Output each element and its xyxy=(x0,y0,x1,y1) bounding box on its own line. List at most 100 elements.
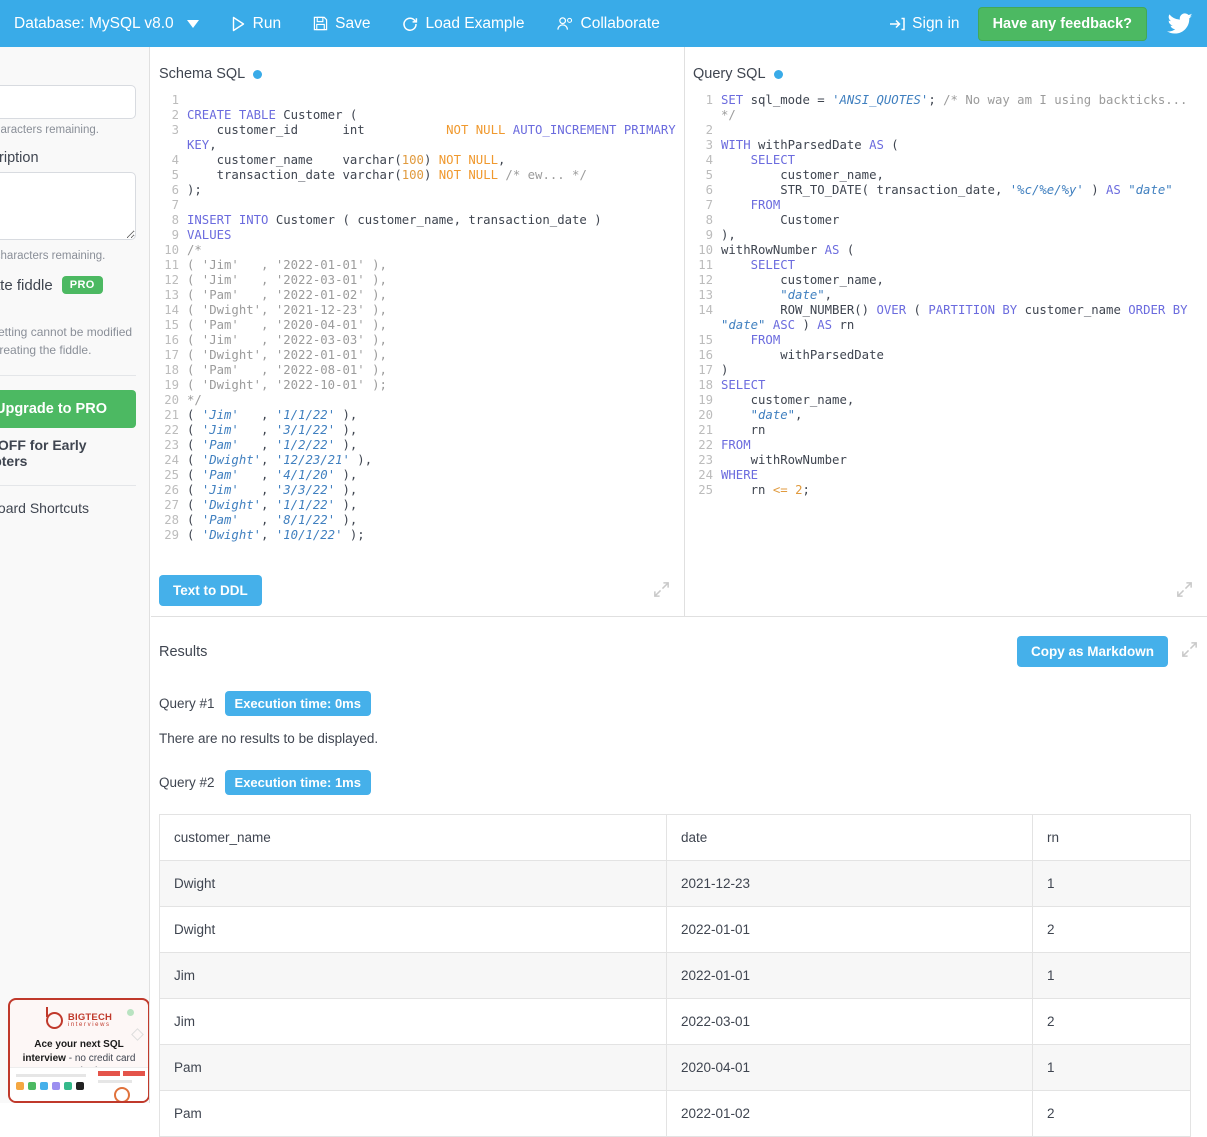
line-number: 10 xyxy=(687,243,713,258)
ad-shot-bar-2 xyxy=(98,1080,132,1083)
load-example-button[interactable]: Load Example xyxy=(402,11,524,37)
line-number: 13 xyxy=(153,288,179,303)
line-number: 4 xyxy=(153,153,179,168)
line-number: 6 xyxy=(153,183,179,198)
table-cell: 1 xyxy=(1033,861,1191,907)
code-line: 28( 'Pam' , '8/1/22' ), xyxy=(153,513,684,528)
schema-sql-editor[interactable]: 12CREATE TABLE Customer (3 customer_id i… xyxy=(151,93,684,543)
code-line: 18SELECT xyxy=(687,378,1207,393)
line-number: 20 xyxy=(153,393,179,408)
people-icon xyxy=(557,16,574,31)
title-input[interactable] xyxy=(0,85,136,119)
line-number: 2 xyxy=(687,123,713,138)
copy-as-markdown-button[interactable]: Copy as Markdown xyxy=(1017,636,1168,667)
line-number: 13 xyxy=(687,288,713,303)
line-number: 3 xyxy=(153,123,179,138)
code-line: 3WITH withParsedDate AS ( xyxy=(687,138,1207,153)
description-input[interactable] xyxy=(0,172,136,240)
save-button[interactable]: Save xyxy=(313,11,370,37)
save-label: Save xyxy=(335,15,370,33)
sidebar-content: Title 100 characters remaining. Descript… xyxy=(0,47,150,528)
code-line: 4 customer_name varchar(100) NOT NULL, xyxy=(153,153,684,168)
code-line: 24WHERE xyxy=(687,468,1207,483)
table-cell: 2 xyxy=(1033,907,1191,953)
table-cell: Dwight xyxy=(160,861,667,907)
ad-shot-chip-2 xyxy=(28,1082,36,1090)
expand-results-icon[interactable] xyxy=(1180,640,1199,664)
advertisement-card[interactable]: BIGTECH interviews Ace your next SQL int… xyxy=(8,998,150,1103)
sign-in-button[interactable]: Sign in xyxy=(889,11,959,37)
query-2-execution-time: Execution time: 1ms xyxy=(225,770,371,795)
ad-shot-gauge xyxy=(114,1087,130,1103)
code-line: 23 withRowNumber xyxy=(687,453,1207,468)
query-sql-editor[interactable]: 1SET sql_mode = 'ANSI_QUOTES'; /* No way… xyxy=(685,93,1207,498)
line-number: 11 xyxy=(153,258,179,273)
table-row: Pam2022-01-022 xyxy=(160,1091,1191,1137)
code-line: 2 xyxy=(687,123,1207,138)
query-1-execution-time: Execution time: 0ms xyxy=(225,691,371,716)
line-number: 6 xyxy=(687,183,713,198)
upgrade-to-pro-button[interactable]: Upgrade to PRO xyxy=(0,390,136,428)
top-toolbar: Database: MySQL v8.0 Run Save Load Examp… xyxy=(0,0,1207,47)
table-cell: 2 xyxy=(1033,1091,1191,1137)
line-number: 16 xyxy=(687,348,713,363)
table-row: Dwight2022-01-012 xyxy=(160,907,1191,953)
line-number: 20 xyxy=(687,408,713,423)
toolbar-left-group: Database: MySQL v8.0 Run Save Load Examp… xyxy=(0,11,660,37)
query-status-dot-icon xyxy=(774,70,783,79)
code-line: 1 xyxy=(153,93,684,108)
database-selector[interactable]: Database: MySQL v8.0 xyxy=(14,11,199,37)
line-number: 8 xyxy=(153,213,179,228)
line-number: 3 xyxy=(687,138,713,153)
code-line: 19( 'Dwight', '2022-10-01' ); xyxy=(153,378,684,393)
table-cell: 2021-12-23 xyxy=(667,861,1033,907)
ad-logo-line1: BIGTECH xyxy=(68,1013,112,1023)
query-sql-title: Query SQL xyxy=(693,66,766,82)
code-line: 6); xyxy=(153,183,684,198)
ad-logo-text: BIGTECH interviews xyxy=(68,1013,112,1029)
feedback-button[interactable]: Have any feedback? xyxy=(978,7,1147,41)
results-panel: Results Copy as Markdown Query #1 Execut… xyxy=(151,618,1207,1103)
line-number: 27 xyxy=(153,498,179,513)
code-line: 11( 'Jim' , '2022-01-01' ), xyxy=(153,258,684,273)
run-button[interactable]: Run xyxy=(231,11,281,37)
code-line: 20 "date", xyxy=(687,408,1207,423)
line-number: 8 xyxy=(687,213,713,228)
line-number: 4 xyxy=(687,153,713,168)
collaborate-button[interactable]: Collaborate xyxy=(557,11,660,37)
line-number: 1 xyxy=(153,93,179,108)
play-icon xyxy=(231,16,246,32)
column-header-customer_name: customer_name xyxy=(160,815,667,861)
text-to-ddl-button[interactable]: Text to DDL xyxy=(159,575,262,606)
code-line: 10/* xyxy=(153,243,684,258)
sign-in-label: Sign in xyxy=(912,15,959,33)
keyboard-shortcuts-link[interactable]: Keyboard Shortcuts xyxy=(0,500,136,516)
code-line: 7 xyxy=(153,198,684,213)
table-cell: 2020-04-01 xyxy=(667,1045,1033,1091)
sidebar-divider-2 xyxy=(0,485,136,486)
expand-query-icon[interactable] xyxy=(1175,580,1194,604)
code-line: 4 SELECT xyxy=(687,153,1207,168)
sidebar-divider-1 xyxy=(0,375,136,376)
code-line: 25( 'Pam' , '4/1/20' ), xyxy=(153,468,684,483)
line-number: 23 xyxy=(153,438,179,453)
code-line: 10withRowNumber AS ( xyxy=(687,243,1207,258)
results-table-head: customer_namedatern xyxy=(160,815,1191,861)
table-cell: 2022-01-01 xyxy=(667,907,1033,953)
twitter-icon[interactable] xyxy=(1167,13,1193,35)
ad-screenshot xyxy=(10,1067,148,1101)
table-cell: Dwight xyxy=(160,907,667,953)
table-cell: Jim xyxy=(160,953,667,999)
expand-schema-icon[interactable] xyxy=(652,580,671,604)
early-adopters-note: 50% OFF for Early Adopters xyxy=(0,437,136,469)
line-number: 10 xyxy=(153,243,179,258)
floppy-disk-icon xyxy=(313,16,328,31)
title-remaining-hint: 100 characters remaining. xyxy=(0,124,136,136)
schema-status-dot-icon xyxy=(253,70,262,79)
code-line: 11 SELECT xyxy=(687,258,1207,273)
line-number: 28 xyxy=(153,513,179,528)
code-line: 21( 'Jim' , '1/1/22' ), xyxy=(153,408,684,423)
query-1-message: There are no results to be displayed. xyxy=(159,731,1199,746)
ad-shot-chip-5 xyxy=(64,1082,72,1090)
code-line: 7 FROM xyxy=(687,198,1207,213)
